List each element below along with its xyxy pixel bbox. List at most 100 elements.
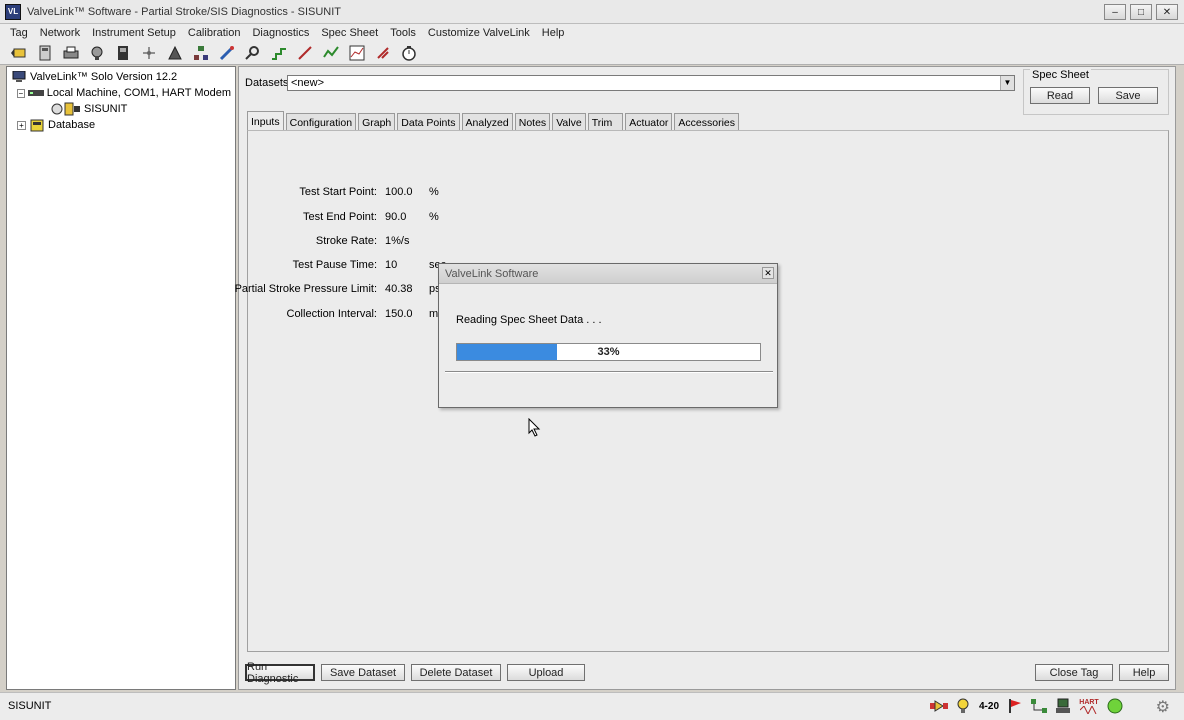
field-value-pause-time: 10	[385, 259, 398, 271]
menu-help[interactable]: Help	[536, 27, 571, 39]
menu-instrument-setup[interactable]: Instrument Setup	[86, 27, 182, 39]
menu-diagnostics[interactable]: Diagnostics	[246, 27, 315, 39]
tree-root[interactable]: ValveLink™ Solo Version 12.2	[11, 69, 231, 85]
field-label-test-end: Test End Point:	[303, 211, 377, 223]
datasets-label: Datasets:	[245, 77, 292, 89]
spec-sheet-title: Spec Sheet	[1030, 69, 1091, 81]
network-icon[interactable]	[138, 43, 160, 63]
tree-device-label: SISUNIT	[84, 103, 128, 115]
tab-graph[interactable]: Graph	[358, 113, 396, 131]
tab-analyzed[interactable]: Analyzed	[461, 113, 513, 131]
progress-text: 33%	[597, 346, 620, 358]
network-status-icon	[1030, 697, 1048, 715]
gear-icon[interactable]: ⚙	[1156, 697, 1170, 717]
progress-dialog: ValveLink Software ✕ Reading Spec Sheet …	[438, 263, 778, 408]
upload-button[interactable]: Upload	[507, 664, 585, 681]
status-circle-icon	[1106, 697, 1124, 715]
field-label-pressure-limit: Partial Stroke Pressure Limit:	[234, 283, 377, 295]
field-value-pressure-limit: 40.38	[385, 283, 413, 295]
field-value-stroke-rate: 1%/s	[385, 235, 410, 247]
tree-panel: ValveLink™ Solo Version 12.2 − Local Mac…	[6, 66, 236, 690]
close-button[interactable]: ✕	[1156, 4, 1178, 20]
save-dataset-button[interactable]: Save Dataset	[321, 664, 405, 681]
app-icon: VL	[5, 3, 21, 20]
run-diagnostic-button[interactable]: Run Diagnostic	[245, 661, 315, 685]
ramp-icon[interactable]	[294, 43, 316, 63]
step-icon[interactable]	[268, 43, 290, 63]
close-tag-button[interactable]: Close Tag	[1035, 664, 1113, 681]
menu-network[interactable]: Network	[34, 27, 86, 39]
signature-icon[interactable]	[320, 43, 342, 63]
status-bar: SISUNIT 4-20 HART ⚙	[0, 692, 1184, 720]
tab-notes[interactable]: Notes	[514, 113, 551, 131]
dialog-title[interactable]: ValveLink Software	[439, 264, 777, 284]
menu-tools[interactable]: Tools	[384, 27, 422, 39]
menu-spec-sheet[interactable]: Spec Sheet	[315, 27, 384, 39]
window-controls: – □ ✕	[1104, 4, 1178, 20]
zoom-icon[interactable]	[242, 43, 264, 63]
tab-strip: Inputs Configuration Graph Data Points A…	[247, 111, 741, 131]
help-button[interactable]: Help	[1119, 664, 1169, 681]
menu-calibration[interactable]: Calibration	[182, 27, 247, 39]
status-text: SISUNIT	[8, 700, 52, 712]
modem-icon	[27, 87, 44, 100]
tab-configuration[interactable]: Configuration	[285, 113, 357, 131]
chart-icon[interactable]	[346, 43, 368, 63]
tab-accessories[interactable]: Accessories	[674, 113, 740, 131]
database-icon[interactable]	[34, 43, 56, 63]
field-value-collection-interval: 150.0	[385, 308, 413, 320]
bulb-icon	[954, 697, 972, 715]
tab-data-points[interactable]: Data Points	[397, 113, 460, 131]
dialog-separator	[445, 371, 773, 373]
collapse-icon[interactable]: −	[17, 88, 25, 98]
tree-device[interactable]: SISUNIT	[11, 101, 231, 117]
title-bar: VL ValveLink™ Software - Partial Stroke/…	[0, 0, 1184, 24]
delete-dataset-button[interactable]: Delete Dataset	[411, 664, 501, 681]
menu-tag[interactable]: Tag	[4, 27, 34, 39]
probe-icon[interactable]	[216, 43, 238, 63]
dialog-close-icon[interactable]: ✕	[762, 267, 774, 279]
maximize-button[interactable]: □	[1130, 4, 1152, 20]
tab-trim[interactable]: Trim	[587, 113, 624, 131]
tree-database[interactable]: + Database	[11, 117, 231, 133]
partial-stroke-icon[interactable]	[372, 43, 394, 63]
instrument-setup-icon[interactable]	[86, 43, 108, 63]
database-tree-icon	[29, 119, 45, 132]
valve-icon	[930, 697, 948, 715]
tab-inputs[interactable]: Inputs	[247, 111, 284, 131]
flag-icon	[1006, 697, 1024, 715]
tree-local-machine[interactable]: − Local Machine, COM1, HART Modem	[11, 85, 231, 101]
expand-icon[interactable]: +	[17, 120, 26, 130]
menu-customize[interactable]: Customize ValveLink	[422, 27, 536, 39]
window-title: ValveLink™ Software - Partial Stroke/SIS…	[27, 5, 342, 18]
tree-local-label: Local Machine, COM1, HART Modem	[46, 87, 231, 99]
computer-icon	[11, 71, 27, 84]
spec-sheet-group: Spec Sheet Read Save	[1023, 69, 1169, 115]
field-label-collection-interval: Collection Interval:	[286, 308, 378, 320]
dialog-message: Reading Spec Sheet Data . . .	[456, 314, 602, 326]
printer-icon[interactable]	[60, 43, 82, 63]
status-icons: 4-20 HART	[930, 697, 1124, 715]
field-value-test-start: 100.0	[385, 186, 413, 198]
device-icon[interactable]	[112, 43, 134, 63]
read-button[interactable]: Read	[1030, 87, 1090, 104]
calibration-icon[interactable]	[164, 43, 186, 63]
hart-text: HART	[1079, 698, 1099, 706]
timer-icon[interactable]	[398, 43, 420, 63]
save-spec-button[interactable]: Save	[1098, 87, 1158, 104]
minimize-button[interactable]: –	[1104, 4, 1126, 20]
menu-bar: Tag Network Instrument Setup Calibration…	[0, 24, 1184, 41]
field-value-test-end: 90.0	[385, 211, 407, 223]
datasets-dropdown[interactable]: <new> ▼	[287, 75, 1015, 91]
toolbar	[0, 41, 1184, 65]
loop-current-label: 4-20	[978, 700, 999, 712]
field-label-stroke-rate: Stroke Rate:	[315, 235, 377, 247]
hierarchy-icon[interactable]	[190, 43, 212, 63]
chevron-down-icon[interactable]: ▼	[1000, 76, 1014, 90]
sis-device-icon	[51, 102, 81, 116]
tab-valve[interactable]: Valve	[552, 113, 586, 131]
tag-icon[interactable]	[8, 43, 30, 63]
tree-database-label: Database	[48, 119, 96, 131]
tab-actuator[interactable]: Actuator	[625, 113, 673, 131]
datasets-value: <new>	[291, 77, 325, 89]
